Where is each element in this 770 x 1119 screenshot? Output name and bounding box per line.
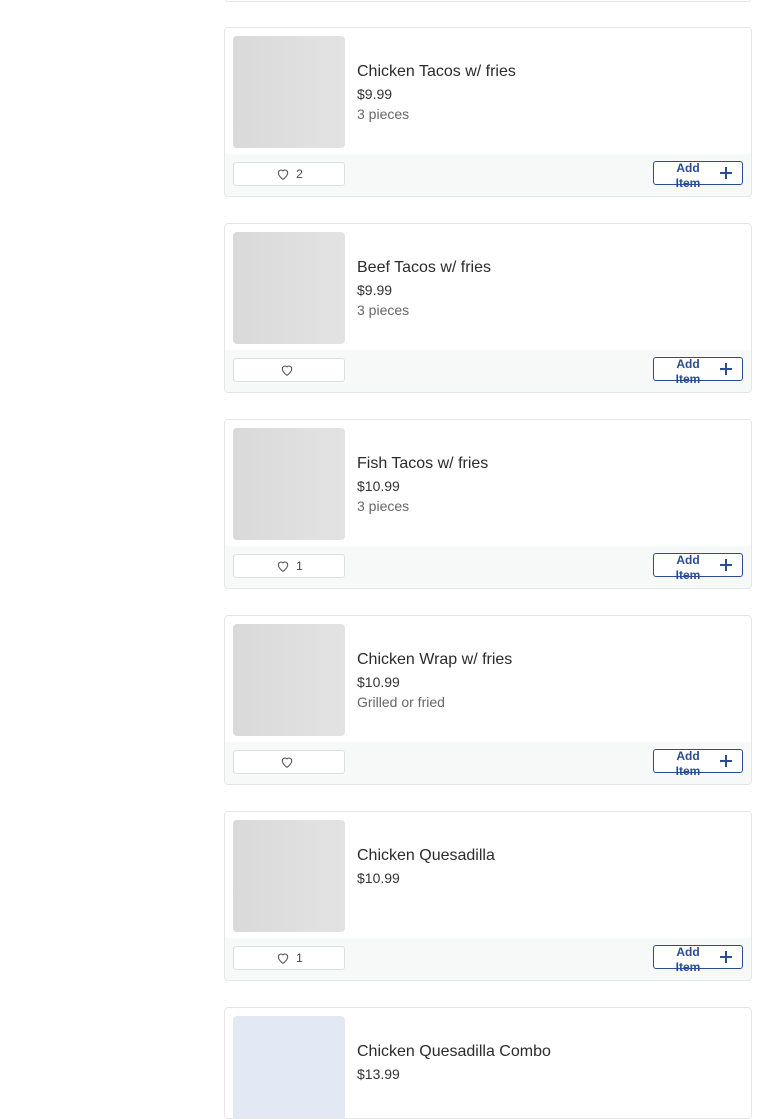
heart-icon xyxy=(277,953,289,964)
add-item-button[interactable]: Add Item xyxy=(653,749,743,778)
item-price: $13.99 xyxy=(357,1066,400,1082)
item-footer: 2 Add Item xyxy=(225,154,751,196)
add-item-button[interactable]: Add Item xyxy=(653,357,743,386)
item-footer: 1 Add Item xyxy=(225,938,751,980)
item-description: 3 pieces xyxy=(357,106,410,122)
plus-icon xyxy=(720,363,732,375)
item-image[interactable] xyxy=(233,1016,345,1118)
menu-item-card[interactable]: Chicken Quesadilla $10.99 1 Add Item xyxy=(224,811,752,981)
item-description: 3 pieces xyxy=(357,498,410,514)
like-button[interactable]: 1 xyxy=(233,554,345,578)
item-footer: Add Item xyxy=(225,742,751,784)
item-description: 3 pieces xyxy=(357,302,410,318)
like-button[interactable] xyxy=(233,750,345,774)
like-count: 1 xyxy=(296,559,303,573)
item-price: $10.99 xyxy=(357,674,400,690)
heart-icon xyxy=(277,169,289,180)
item-name: Chicken Quesadilla xyxy=(357,847,495,864)
like-button[interactable]: 2 xyxy=(233,162,345,186)
add-item-label: Add Item xyxy=(675,749,701,778)
item-price: $9.99 xyxy=(357,86,393,102)
item-image[interactable] xyxy=(233,232,345,344)
menu-item-card-partial xyxy=(224,0,752,2)
item-image[interactable] xyxy=(233,624,345,736)
menu-item-card[interactable]: Beef Tacos w/ fries $9.99 3 pieces Add I… xyxy=(224,223,752,393)
plus-icon xyxy=(720,755,732,767)
item-price: $10.99 xyxy=(357,478,400,494)
item-name: Fish Tacos w/ fries xyxy=(357,455,489,472)
item-price: $10.99 xyxy=(357,870,400,886)
menu-item-card[interactable]: Chicken Wrap w/ fries $10.99 Grilled or … xyxy=(224,615,752,785)
item-name: Chicken Wrap w/ fries xyxy=(357,651,513,668)
item-footer: 1 Add Item xyxy=(225,546,751,588)
like-button[interactable] xyxy=(233,358,345,382)
heart-icon xyxy=(281,365,292,376)
like-button[interactable]: 1 xyxy=(233,946,345,970)
item-image[interactable] xyxy=(233,36,345,148)
menu-item-card[interactable]: Chicken Tacos w/ fries $9.99 3 pieces 2 … xyxy=(224,27,752,197)
add-item-label: Add Item xyxy=(675,945,701,974)
plus-icon xyxy=(720,559,732,571)
item-image[interactable] xyxy=(233,820,345,932)
item-description: Grilled or fried xyxy=(357,694,445,710)
item-name: Chicken Quesadilla Combo xyxy=(357,1043,551,1060)
item-name: Beef Tacos w/ fries xyxy=(357,259,491,276)
heart-icon xyxy=(281,757,292,768)
item-price: $9.99 xyxy=(357,282,393,298)
heart-icon xyxy=(277,561,289,572)
plus-icon xyxy=(720,167,732,179)
add-item-button[interactable]: Add Item xyxy=(653,553,743,582)
add-item-label: Add Item xyxy=(675,161,701,190)
item-name: Chicken Tacos w/ fries xyxy=(357,63,516,80)
add-item-label: Add Item xyxy=(675,357,701,386)
like-count: 1 xyxy=(296,951,303,965)
menu-item-card[interactable]: Fish Tacos w/ fries $10.99 3 pieces 1 Ad… xyxy=(224,419,752,589)
like-count: 2 xyxy=(296,167,303,181)
add-item-button[interactable]: Add Item xyxy=(653,161,743,190)
item-image[interactable] xyxy=(233,428,345,540)
menu-item-card[interactable]: Chicken Quesadilla Combo $13.99 xyxy=(224,1007,752,1119)
item-footer: Add Item xyxy=(225,350,751,392)
add-item-label: Add Item xyxy=(675,553,701,582)
plus-icon xyxy=(720,951,732,963)
add-item-button[interactable]: Add Item xyxy=(653,945,743,974)
